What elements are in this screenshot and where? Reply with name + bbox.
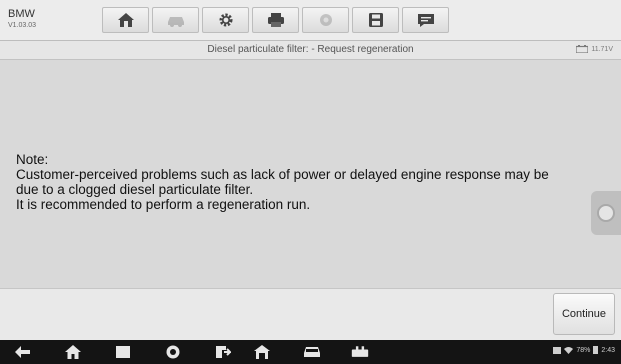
clock-time: 2:43 [601, 346, 615, 354]
help-button[interactable] [302, 7, 349, 33]
continue-button[interactable]: Continue [553, 293, 615, 335]
message-text: Note: Customer-perceived problems such a… [16, 152, 606, 212]
status-area: 78% 2:43 [553, 346, 615, 354]
vehicle-button[interactable] [303, 344, 321, 360]
function-title-bar: Diesel particulate filter: - Request reg… [0, 41, 621, 60]
message-line: due to a clogged diesel particulate filt… [16, 182, 254, 197]
battery-voltage: 11.71V [591, 45, 613, 53]
floating-circle-icon [597, 204, 615, 222]
message-heading: Note: [16, 152, 49, 167]
print-button[interactable] [252, 7, 299, 33]
vehicle-icon [304, 347, 320, 357]
wifi-icon [564, 346, 574, 354]
home-icon [117, 13, 134, 27]
save-button[interactable] [352, 7, 399, 33]
battery-voltage-indicator: 11.71V [576, 45, 613, 53]
notification-icon [553, 346, 562, 354]
remote-desk-icon [216, 346, 231, 358]
battery-icon [593, 346, 599, 354]
software-version: V1.03.03 [8, 22, 37, 29]
vehicle-swap-icon [167, 17, 184, 27]
message-line: It is recommended to perform a regenerat… [16, 197, 311, 212]
back-button[interactable] [14, 344, 32, 360]
diagnostics-home-icon [254, 345, 270, 359]
save-icon [368, 13, 383, 27]
floating-shortcut-button[interactable] [591, 191, 621, 235]
vehicle-swap-button[interactable] [152, 7, 199, 33]
function-title: Diesel particulate filter: - Request reg… [207, 44, 414, 55]
vci-button[interactable] [351, 344, 369, 360]
recent-apps-button[interactable] [114, 344, 132, 360]
message-panel: Note: Customer-perceived problems such a… [0, 60, 621, 288]
recent-apps-icon [116, 346, 130, 358]
home-button[interactable] [102, 7, 149, 33]
toolbar-buttons [102, 7, 449, 33]
android-home-button[interactable] [64, 344, 82, 360]
vci-icon [351, 346, 369, 357]
home-icon [65, 345, 81, 359]
back-icon [15, 346, 30, 358]
print-icon [267, 13, 284, 27]
message-icon [417, 13, 434, 27]
diagnostic-app: BMW V1.03.03 Diesel particulate filter: … [0, 0, 621, 340]
browser-icon [166, 345, 180, 359]
system-navigation-bar: 78% 2:43 [0, 340, 621, 364]
vehicle-make: BMW [8, 8, 35, 20]
battery-percent: 78% [576, 346, 591, 354]
help-icon [319, 14, 332, 26]
diagnostics-home-button[interactable] [253, 344, 271, 360]
message-button[interactable] [402, 7, 449, 33]
message-line: Customer-perceived problems such as lack… [16, 167, 549, 182]
settings-gear-icon [219, 13, 232, 27]
car-battery-icon [576, 45, 589, 53]
top-toolbar: BMW V1.03.03 [0, 0, 621, 41]
vehicle-brand: BMW V1.03.03 [8, 8, 37, 30]
bottom-action-bar: Continue [0, 288, 621, 340]
settings-button[interactable] [202, 7, 249, 33]
browser-button[interactable] [164, 344, 182, 360]
remote-desk-button[interactable] [214, 344, 232, 360]
